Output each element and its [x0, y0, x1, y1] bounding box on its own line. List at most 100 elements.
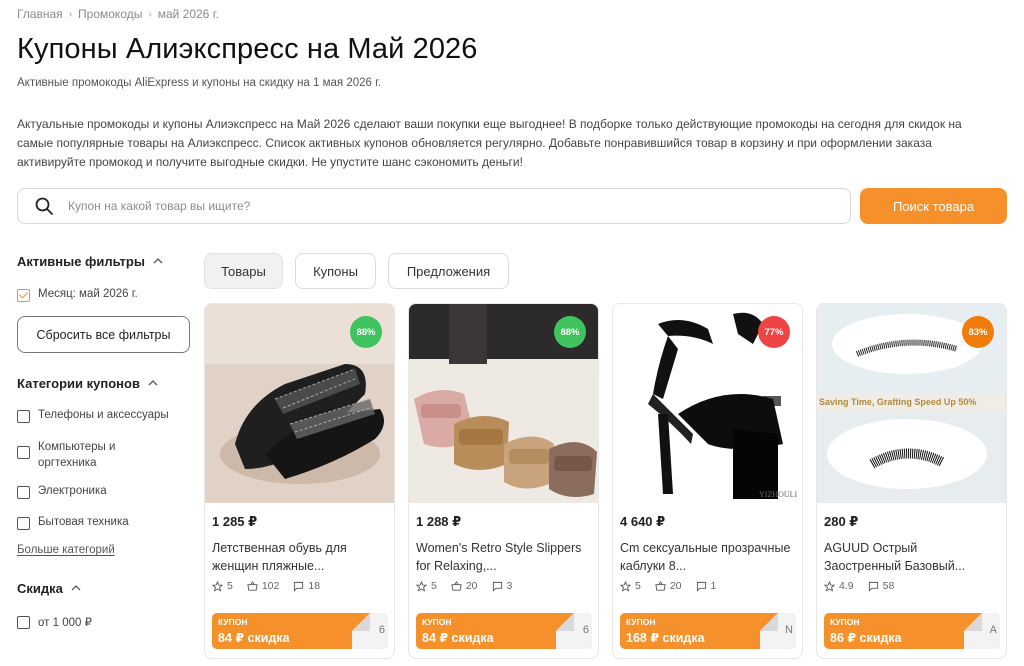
- coupon-value: 84 ₽ скидка: [422, 631, 494, 645]
- active-filter-month[interactable]: Месяц: май 2026 г.: [17, 288, 192, 302]
- tab-products[interactable]: Товары: [204, 253, 283, 289]
- breadcrumb-home[interactable]: Главная: [17, 7, 63, 21]
- checkbox[interactable]: [17, 486, 30, 499]
- chevron-up-icon: [153, 258, 163, 264]
- cart-icon: [451, 580, 462, 591]
- checkbox[interactable]: [17, 446, 30, 459]
- coupon-code-peel: N: [760, 613, 796, 649]
- categories-header[interactable]: Категории купонов: [17, 372, 192, 394]
- product-stats: 4.9 58: [824, 580, 894, 592]
- coupon-code-tail: 6: [582, 624, 589, 636]
- discount-badge: 83%: [962, 316, 994, 348]
- rating-value: 5: [227, 580, 233, 592]
- category-item[interactable]: Телефоны и аксессуары: [17, 409, 192, 423]
- coupon-button[interactable]: КУПОН 168 ₽ скидка N: [620, 613, 796, 649]
- search-button[interactable]: Поиск товара: [860, 188, 1007, 224]
- coupon-button[interactable]: КУПОН 84 ₽ скидка 6: [212, 613, 388, 649]
- product-title[interactable]: Cm сексуальные прозрачные каблуки 8...: [620, 539, 792, 575]
- coupon-value: 168 ₽ скидка: [626, 631, 705, 645]
- filters-sidebar: Активные фильтры Месяц: май 2026 г. Сбро…: [17, 250, 192, 629]
- coupon-code-tail: A: [989, 624, 997, 636]
- comment-icon: [294, 581, 304, 592]
- category-item[interactable]: Компьютеры и оргтехника: [17, 439, 192, 471]
- coupon-label: КУПОН: [830, 617, 860, 627]
- product-card[interactable]: Saving Time, Grafting Speed Up 50% 83% 2…: [816, 303, 1007, 659]
- active-filters-header[interactable]: Активные фильтры: [17, 250, 192, 272]
- product-card[interactable]: 88% 1 288 ₽ Women's Retro Style Slippers…: [408, 303, 599, 659]
- reset-filters-button[interactable]: Сбросить все фильтры: [17, 316, 190, 353]
- coupon-code-tail: 6: [378, 624, 385, 636]
- checkbox[interactable]: [17, 616, 30, 629]
- coupon-code-peel: A: [964, 613, 1000, 649]
- product-price: 280 ₽: [824, 514, 859, 529]
- orders-count: 20: [669, 580, 682, 592]
- coupon-code-tail: N: [785, 624, 793, 636]
- chevron-up-icon: [148, 380, 158, 386]
- coupon-value: 86 ₽ скидка: [830, 631, 902, 645]
- discount-badge: 88%: [554, 316, 586, 348]
- active-filter-label: Месяц: май 2026 г.: [38, 288, 138, 300]
- rating-value: 5: [431, 580, 437, 592]
- coupon-label: КУПОН: [626, 617, 656, 627]
- chevron-right-icon: ›: [148, 8, 152, 20]
- reviews-count: 3: [506, 580, 513, 592]
- orders-count: 20: [465, 580, 478, 592]
- coupon-value: 84 ₽ скидка: [218, 631, 290, 645]
- star-icon: [416, 580, 427, 592]
- category-item[interactable]: Бытовая техника: [17, 516, 192, 530]
- tab-coupons[interactable]: Купоны: [295, 253, 376, 289]
- image-caption: Saving Time, Grafting Speed Up 50%: [819, 397, 977, 407]
- star-icon: [212, 580, 223, 592]
- coupon-label: КУПОН: [218, 617, 248, 627]
- discount-badge: 77%: [758, 316, 790, 348]
- comment-icon: [868, 581, 878, 592]
- checkbox[interactable]: [17, 517, 30, 530]
- chevron-right-icon: ›: [68, 8, 73, 20]
- coupon-code-peel: 6: [352, 613, 388, 649]
- more-categories-link[interactable]: Больше категорий: [17, 544, 115, 556]
- page-title: Купоны Алиэкспресс на Май 2026: [17, 33, 478, 65]
- content-tabs: Товары Купоны Предложения: [204, 253, 509, 289]
- breadcrumb: Главная › Промокоды › май 2026 г.: [17, 7, 219, 21]
- product-price: 1 288 ₽: [416, 514, 462, 529]
- breadcrumb-current: май 2026 г.: [157, 7, 219, 21]
- product-title[interactable]: Women's Retro Style Slippers for Relaxin…: [416, 539, 588, 575]
- product-card[interactable]: 88% 1 285 ₽ Летственная обувь для женщин…: [204, 303, 395, 659]
- star-icon: [620, 580, 631, 592]
- star-icon: [824, 580, 835, 592]
- discount-title: Скидка: [17, 580, 63, 596]
- product-card[interactable]: 77% 4 640 ₽ Cm сексуальные прозрачные ка…: [612, 303, 803, 659]
- search-input[interactable]: [68, 199, 768, 213]
- coupon-button[interactable]: КУПОН 86 ₽ скидка A: [824, 613, 1000, 649]
- product-stats: 5 20 1: [620, 580, 716, 592]
- product-stats: 5 20 3: [416, 580, 512, 592]
- category-item[interactable]: Электроника: [17, 485, 192, 499]
- comment-icon: [492, 581, 502, 592]
- category-label: Электроника: [38, 485, 107, 497]
- breadcrumb-promocodes[interactable]: Промокоды: [78, 7, 142, 21]
- cart-icon: [247, 580, 258, 591]
- comment-icon: [696, 581, 706, 592]
- product-title[interactable]: Летственная обувь для женщин пляжные...: [212, 539, 384, 575]
- chevron-up-icon: [71, 585, 81, 591]
- active-filters-title: Активные фильтры: [17, 253, 145, 269]
- product-price: 1 285 ₽: [212, 514, 258, 529]
- checkbox[interactable]: [17, 410, 30, 423]
- product-title[interactable]: AGUUD Острый Заостренный Базовый...: [824, 539, 996, 575]
- discount-option[interactable]: от 1 000 ₽: [17, 615, 192, 629]
- discount-badge: 88%: [350, 316, 382, 348]
- checkbox-checked[interactable]: [17, 289, 30, 302]
- reviews-count: 58: [882, 580, 895, 592]
- product-stats: 5 102 18: [212, 580, 320, 592]
- rating-value: 4.9: [839, 580, 854, 592]
- reviews-count: 1: [710, 580, 717, 592]
- category-label: Компьютеры и оргтехника: [38, 441, 116, 469]
- search-icon: [35, 197, 53, 215]
- category-label: Телефоны и аксессуары: [38, 409, 169, 421]
- discount-header[interactable]: Скидка: [17, 577, 192, 599]
- tab-offers[interactable]: Предложения: [388, 253, 509, 289]
- cart-icon: [655, 580, 666, 591]
- coupon-button[interactable]: КУПОН 84 ₽ скидка 6: [416, 613, 592, 649]
- rating-value: 5: [635, 580, 641, 592]
- product-price: 4 640 ₽: [620, 514, 666, 529]
